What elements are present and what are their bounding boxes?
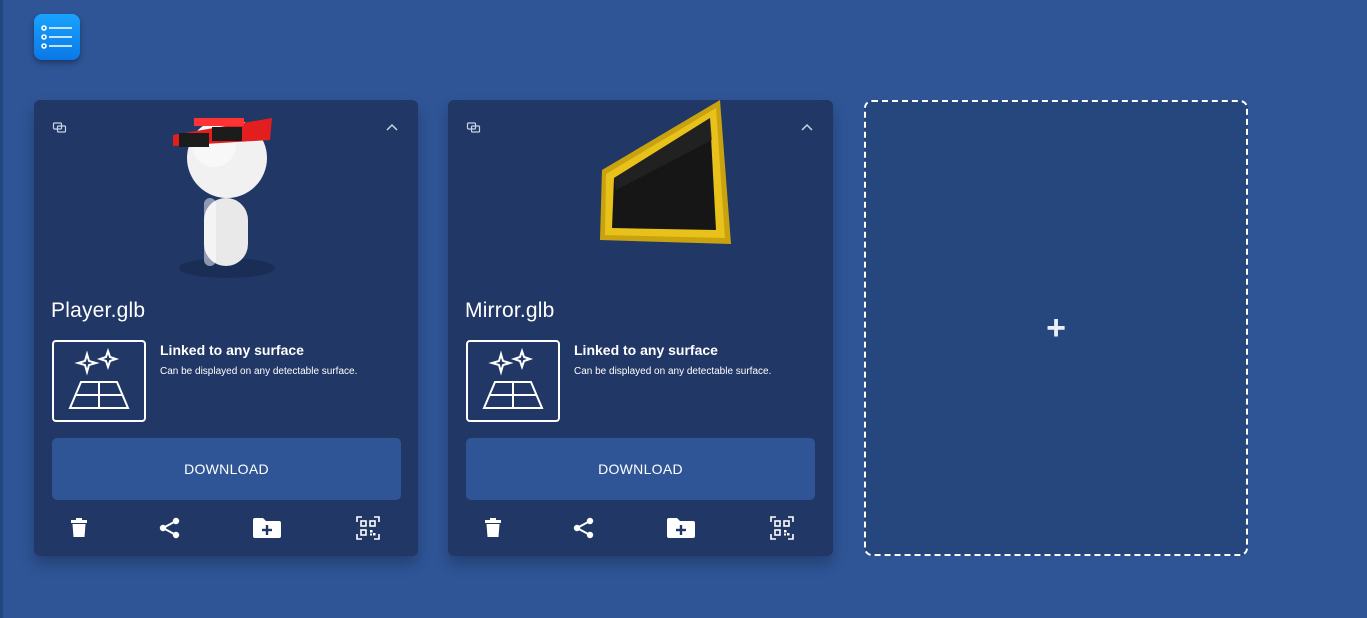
mirror-model-preview (600, 100, 731, 244)
surface-icon-box (52, 340, 146, 422)
sparkle-surface-icon (482, 347, 544, 409)
chevron-up-icon[interactable] (384, 120, 400, 136)
sparkle-surface-icon (68, 347, 130, 409)
player-model-preview (173, 118, 275, 278)
trash-icon[interactable] (478, 513, 508, 543)
download-button[interactable]: DOWNLOAD (52, 438, 401, 500)
folder-add-icon[interactable] (666, 513, 696, 543)
chevron-up-icon[interactable] (799, 120, 815, 136)
model-card[interactable]: Mirror.glb Linked to any surface Can be … (448, 100, 833, 556)
window-stack-icon[interactable] (52, 120, 68, 136)
share-icon[interactable] (155, 513, 185, 543)
download-button[interactable]: DOWNLOAD (466, 438, 815, 500)
plus-icon: + (1046, 309, 1066, 347)
qr-code-icon[interactable] (353, 513, 383, 543)
surface-title: Linked to any surface (574, 342, 718, 358)
model-title: Mirror.glb (465, 299, 555, 322)
qr-code-icon[interactable] (767, 513, 797, 543)
model-card[interactable]: Player.glb Linked to any surface Can be … (34, 100, 418, 556)
window-stack-icon[interactable] (466, 120, 482, 136)
surface-description: Can be displayed on any detectable surfa… (160, 366, 358, 377)
share-icon[interactable] (569, 513, 599, 543)
left-edge (0, 0, 3, 618)
menu-button[interactable] (34, 14, 80, 60)
folder-add-icon[interactable] (252, 513, 282, 543)
card-actions (52, 513, 401, 543)
add-model-card[interactable]: + (864, 100, 1248, 556)
trash-icon[interactable] (64, 513, 94, 543)
list-icon (41, 25, 72, 49)
surface-icon-box (466, 340, 560, 422)
card-actions (466, 513, 815, 543)
surface-description: Can be displayed on any detectable surfa… (574, 366, 772, 377)
model-title: Player.glb (51, 299, 146, 322)
surface-title: Linked to any surface (160, 342, 304, 358)
